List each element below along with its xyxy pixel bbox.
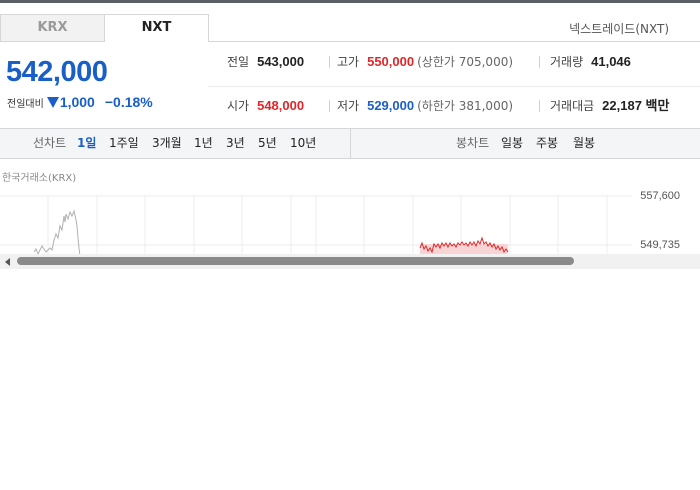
- current-price: 542,000: [6, 56, 108, 88]
- stat-label: 전일: [227, 55, 250, 69]
- candle-monthly[interactable]: 월봉: [573, 129, 595, 158]
- krx-price-line: [33, 209, 81, 256]
- stat-label: 거래대금: [550, 99, 595, 113]
- tab-nxt[interactable]: NXT: [104, 14, 209, 42]
- chart-source-label: 한국거래소(KRX): [2, 173, 77, 184]
- stat-value: 550,000: [367, 54, 415, 69]
- period-5y[interactable]: 5년: [258, 129, 277, 158]
- stat-low: 저가 529,000 (하한가 381,000): [337, 87, 513, 125]
- upper-limit: (상한가 705,000): [417, 55, 514, 69]
- candle-daily[interactable]: 일봉: [501, 129, 523, 158]
- stat-label: 시가: [227, 99, 250, 113]
- chart-period-bar: 선차트 1일 1주일 3개월 1년 3년 5년 10년 봉차트 일봉 주봉 월봉: [0, 128, 700, 159]
- stat-label: 저가: [337, 99, 360, 113]
- stats-row-1: 전일 543,000 고가 550,000 (상한가 705,000) 거래량 41,0…: [208, 43, 700, 81]
- stat-value: 41,046: [591, 54, 631, 69]
- stat-value: 22,187 백만: [602, 98, 670, 113]
- line-chart-periods: 선차트 1일 1주일 3개월 1년 3년 5년 10년: [0, 129, 351, 158]
- divider: [539, 56, 540, 68]
- change-label: 전일대비: [7, 98, 44, 110]
- down-arrow-icon: [46, 96, 59, 108]
- y-tick-label: 549,735: [640, 239, 680, 251]
- period-10y[interactable]: 10년: [290, 129, 316, 158]
- stat-volume: 거래량 41,046: [550, 43, 631, 81]
- tab-krx[interactable]: KRX: [0, 14, 105, 42]
- period-3y[interactable]: 3년: [226, 129, 245, 158]
- stat-label: 고가: [337, 55, 360, 69]
- period-1d[interactable]: 1일: [77, 129, 96, 158]
- line-chart-title: 선차트: [33, 136, 67, 150]
- price-change-row: 전일대비 1,000 −0.18%: [7, 93, 153, 111]
- period-3m[interactable]: 3개월: [152, 129, 182, 158]
- period-1w[interactable]: 1주일: [109, 129, 139, 158]
- scroll-left-arrow-icon[interactable]: [5, 258, 10, 266]
- price-chart: [0, 195, 632, 256]
- tabs-divider: [208, 41, 700, 42]
- candle-chart-title: 봉차트: [456, 136, 490, 150]
- exchange-name: 넥스트레이드(NXT): [569, 22, 669, 36]
- lower-limit: (하한가 381,000): [417, 99, 514, 113]
- change-amount: 1,000: [59, 94, 95, 110]
- change-rate: −0.18%: [104, 94, 153, 110]
- stats-row-2: 시가 548,000 저가 529,000 (하한가 381,000) 거래대금 22,…: [208, 86, 700, 124]
- divider: [329, 100, 330, 112]
- top-border: [0, 0, 700, 3]
- stat-value: 548,000: [257, 98, 305, 113]
- scroll-thumb[interactable]: [17, 257, 574, 265]
- chart-horizontal-scrollbar[interactable]: [0, 254, 700, 269]
- divider: [329, 56, 330, 68]
- stat-label: 거래량: [550, 55, 584, 69]
- period-1y[interactable]: 1년: [194, 129, 213, 158]
- chart-gridlines: [0, 195, 632, 256]
- stat-value: 543,000: [257, 54, 305, 69]
- y-tick-label: 557,600: [640, 190, 680, 202]
- stat-value: 529,000: [367, 98, 415, 113]
- stat-open: 시가 548,000: [227, 87, 304, 125]
- stat-trade-value: 거래대금 22,187 백만: [550, 87, 669, 125]
- stat-high: 고가 550,000 (상한가 705,000): [337, 43, 513, 81]
- candle-weekly[interactable]: 주봉: [536, 129, 558, 158]
- divider: [539, 100, 540, 112]
- stat-prev-close: 전일 543,000: [227, 43, 304, 81]
